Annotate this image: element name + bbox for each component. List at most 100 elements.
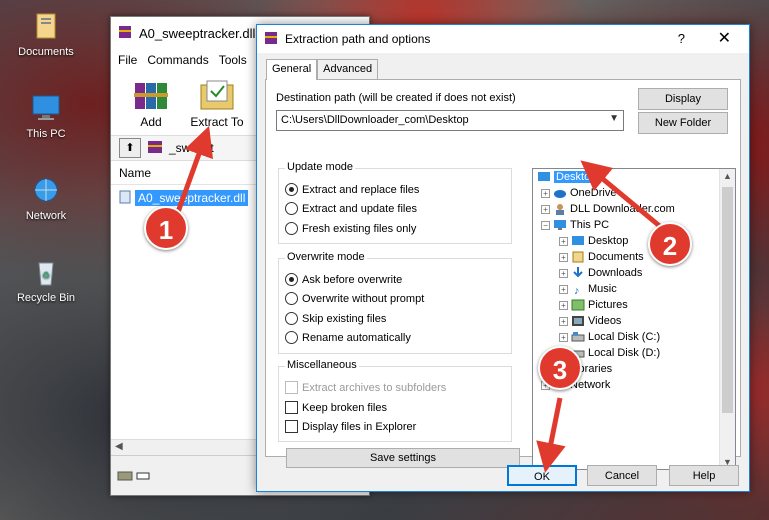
- destination-path-value: C:\Users\DllDownloader_com\Desktop: [281, 114, 469, 126]
- radio-label: Overwrite without prompt: [302, 292, 425, 305]
- extract-to-label: Extract To: [190, 115, 244, 129]
- close-icon[interactable]: ✕: [718, 28, 731, 48]
- tree-label: This PC: [570, 219, 610, 231]
- folder-icon: [29, 12, 63, 42]
- help-button[interactable]: Help: [669, 465, 739, 486]
- tree-item-desktop[interactable]: Desktop: [537, 171, 599, 183]
- archive-books-icon: [131, 77, 171, 113]
- desktop-icon-documents[interactable]: Documents: [8, 12, 84, 58]
- tree-item-music[interactable]: + ♪ Music: [559, 283, 617, 297]
- radio-icon: [285, 202, 298, 215]
- tree-label: Videos: [588, 315, 622, 327]
- tree-item-this-pc[interactable]: − This PC: [541, 219, 609, 231]
- scroll-left-icon[interactable]: ◀: [115, 441, 123, 452]
- radio-label: Extract and replace files: [302, 183, 420, 196]
- expand-icon[interactable]: +: [559, 268, 568, 278]
- extract-to-button[interactable]: Extract To: [189, 77, 245, 129]
- tree-label: Desktop: [554, 171, 599, 183]
- expand-icon[interactable]: +: [559, 332, 568, 342]
- expand-icon[interactable]: +: [541, 188, 550, 198]
- recycle-bin-icon: ♻: [29, 258, 63, 288]
- new-folder-button[interactable]: New Folder: [638, 112, 728, 134]
- radio-overwrite-without-prompt[interactable]: Overwrite without prompt: [285, 292, 424, 305]
- radio-label: Rename automatically: [302, 331, 411, 344]
- network-globe-icon: [29, 176, 63, 206]
- tree-label: Downloads: [588, 267, 643, 279]
- radio-label: Skip existing files: [302, 312, 387, 325]
- chevron-down-icon[interactable]: ▼: [609, 113, 619, 124]
- radio-extract-update[interactable]: Extract and update files: [285, 202, 417, 215]
- radio-selected-icon: [285, 273, 298, 286]
- tree-item-user[interactable]: + DLL Downloader.com: [541, 203, 675, 215]
- scroll-up-icon[interactable]: ▲: [723, 171, 732, 181]
- radio-label: Fresh existing files only: [302, 222, 417, 235]
- documents-icon: [571, 251, 585, 263]
- radio-rename-automatically[interactable]: Rename automatically: [285, 331, 411, 344]
- checkbox-keep-broken[interactable]: Keep broken files: [285, 401, 387, 414]
- expand-icon[interactable]: +: [559, 284, 568, 294]
- collapse-icon[interactable]: −: [541, 220, 550, 230]
- drive-icon: [571, 331, 585, 343]
- save-settings-button[interactable]: Save settings: [286, 448, 520, 468]
- checkbox-icon: [285, 420, 298, 433]
- desktop-icon-network[interactable]: Network: [8, 176, 84, 222]
- menu-tools[interactable]: Tools: [219, 53, 247, 67]
- desktop-icon-recycle-bin[interactable]: ♻ Recycle Bin: [8, 258, 84, 304]
- general-panel: Destination path (will be created if doe…: [265, 79, 741, 470]
- status-drive-icon: [117, 471, 153, 485]
- radio-icon: [285, 292, 298, 305]
- checkbox-display-explorer[interactable]: Display files in Explorer: [285, 420, 416, 433]
- dialog-tabs: General Advanced: [266, 59, 379, 80]
- tree-item-local-disk-c[interactable]: + Local Disk (C:): [559, 331, 660, 343]
- tree-label: DLL Downloader.com: [570, 203, 675, 215]
- winrar-app-icon: [117, 24, 133, 43]
- ok-button[interactable]: OK: [507, 465, 577, 486]
- menu-commands[interactable]: Commands: [147, 53, 208, 67]
- radio-ask-before-overwrite[interactable]: Ask before overwrite: [285, 273, 402, 286]
- tree-item-videos[interactable]: + Videos: [559, 315, 621, 327]
- help-icon[interactable]: ?: [678, 31, 685, 46]
- tree-vertical-scrollbar[interactable]: ▲ ▼: [719, 169, 735, 469]
- folder-tree[interactable]: Desktop + OneDrive + DLL Downloader.com …: [532, 168, 736, 470]
- svg-text:♻: ♻: [42, 270, 50, 280]
- expand-icon[interactable]: +: [559, 252, 568, 262]
- checkbox-extract-subfolders[interactable]: Extract archives to subfolders: [285, 381, 446, 394]
- expand-icon[interactable]: +: [541, 204, 550, 214]
- destination-path-input[interactable]: C:\Users\DllDownloader_com\Desktop ▼: [276, 110, 624, 131]
- update-mode-title: Update mode: [285, 161, 356, 173]
- tree-item-documents[interactable]: + Documents: [559, 251, 644, 263]
- expand-icon[interactable]: +: [559, 316, 568, 326]
- pictures-icon: [571, 299, 585, 311]
- tab-advanced[interactable]: Advanced: [317, 59, 379, 79]
- radio-extract-replace[interactable]: Extract and replace files: [285, 183, 419, 196]
- cancel-button[interactable]: Cancel: [587, 465, 657, 486]
- tab-general[interactable]: General: [266, 59, 318, 80]
- dialog-titlebar[interactable]: Extraction path and options ? ✕: [257, 25, 749, 53]
- tree-item-pictures[interactable]: + Pictures: [559, 299, 628, 311]
- expand-icon[interactable]: +: [559, 300, 568, 310]
- dll-file-icon: [119, 190, 131, 207]
- menu-file[interactable]: File: [118, 53, 137, 67]
- up-folder-button[interactable]: ⬆: [119, 138, 141, 158]
- tree-label: Desktop: [588, 235, 629, 247]
- radio-fresh-existing[interactable]: Fresh existing files only: [285, 222, 416, 235]
- expand-icon[interactable]: +: [559, 236, 568, 246]
- checkbox-icon: [285, 381, 298, 394]
- display-button[interactable]: Display: [638, 88, 728, 110]
- scrollbar-thumb[interactable]: [722, 187, 733, 413]
- radio-skip-existing[interactable]: Skip existing files: [285, 312, 386, 325]
- desktop-icon-this-pc[interactable]: This PC: [8, 94, 84, 140]
- dialog-app-icon: [263, 30, 279, 49]
- user-icon: [553, 203, 567, 215]
- cloud-icon: [553, 187, 567, 199]
- radio-icon: [285, 331, 298, 344]
- radio-selected-icon: [285, 183, 298, 196]
- tree-label: Music: [588, 283, 617, 295]
- tree-item-pc-desktop[interactable]: + Desktop: [559, 235, 628, 247]
- dialog-title: Extraction path and options: [285, 32, 431, 46]
- film-icon: [571, 315, 585, 327]
- tree-item-downloads[interactable]: + Downloads: [559, 267, 642, 279]
- add-button[interactable]: Add: [123, 77, 179, 129]
- desktop-folder-icon: [537, 171, 551, 183]
- tree-item-onedrive[interactable]: + OneDrive: [541, 187, 616, 199]
